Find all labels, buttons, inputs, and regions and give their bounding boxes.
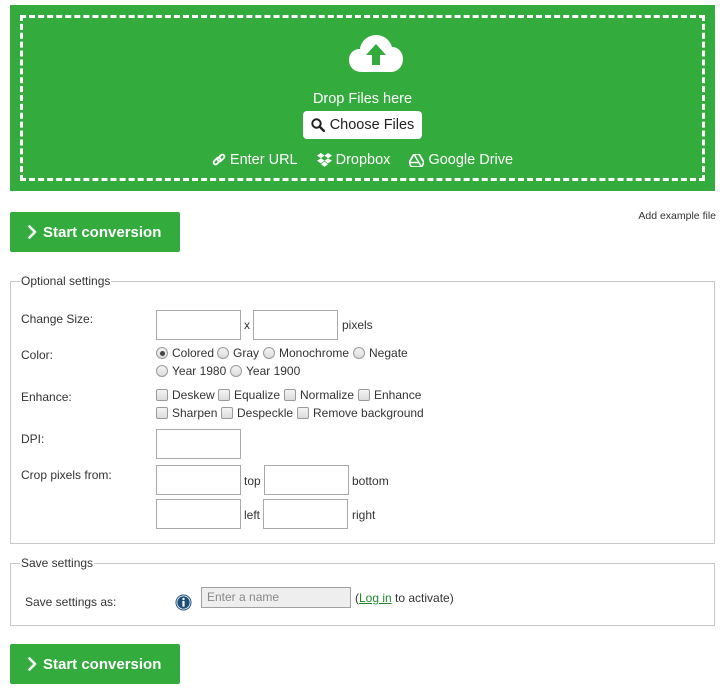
dpi-input[interactable] (156, 429, 241, 459)
dropbox-link[interactable]: Dropbox (316, 152, 391, 168)
chevron-right-icon (28, 657, 37, 671)
height-input[interactable] (253, 310, 338, 340)
radio-icon (263, 347, 275, 359)
size-unit-text: pixels (342, 318, 373, 332)
color-option-label: Monochrome (279, 346, 350, 360)
enter-url-label: Enter URL (229, 152, 298, 168)
width-input[interactable] (156, 310, 241, 340)
radio-icon (156, 365, 168, 377)
enhance-equalize-checkbox[interactable]: Equalize (218, 388, 280, 402)
upload-dropzone[interactable]: Drop Files here Choose Files Enter URL D… (10, 5, 715, 191)
checkbox-icon (284, 389, 296, 401)
checkbox-icon (297, 407, 309, 419)
log-in-link[interactable]: Log in (359, 591, 392, 605)
crop-top-input[interactable] (156, 465, 241, 495)
enhance-option-label: Deskew (172, 388, 215, 402)
enter-url-link[interactable]: Enter URL (212, 152, 298, 168)
choose-files-label: Choose Files (329, 117, 415, 133)
dropzone-dashed-border: Drop Files here Choose Files Enter URL D… (20, 15, 705, 181)
checkbox-icon (221, 407, 233, 419)
radio-icon (217, 347, 229, 359)
google-drive-label: Google Drive (428, 152, 514, 168)
crop-label: Crop pixels from: (21, 468, 112, 482)
enhance-label: Enhance: (21, 390, 72, 404)
start-conversion-label: Start conversion (43, 655, 162, 673)
save-settings-fieldset: Save settings Save settings as: Enter a … (10, 556, 715, 626)
chevron-right-icon (28, 225, 37, 239)
start-conversion-button-bottom[interactable]: Start conversion (10, 644, 180, 684)
save-settings-as-label: Save settings as: (25, 595, 117, 609)
radio-icon (353, 347, 365, 359)
enhance-option-label: Despeckle (237, 406, 294, 420)
enhance-option-label: Enhance (374, 388, 422, 402)
size-x-text: x (244, 318, 250, 332)
crop-top-text: top (244, 474, 261, 488)
google-drive-icon (409, 153, 425, 167)
color-option-year-1900[interactable]: Year 1900 (230, 364, 300, 378)
crop-left-text: left (244, 508, 261, 522)
dropbox-label: Dropbox (335, 152, 391, 168)
crop-left-input[interactable] (156, 499, 241, 529)
login-to-activate-text: (Log in to activate) (355, 591, 454, 605)
radio-icon (156, 347, 168, 359)
checkbox-icon (358, 389, 370, 401)
enhance-sharpen-checkbox[interactable]: Sharpen (156, 406, 217, 420)
color-option-colored[interactable]: Colored (156, 346, 214, 360)
start-conversion-label: Start conversion (43, 223, 162, 241)
activate-text: to activate) (391, 591, 454, 605)
color-option-label: Gray (233, 346, 260, 360)
crop-bottom-text: bottom (352, 474, 389, 488)
change-size-label: Change Size: (21, 312, 94, 326)
google-drive-link[interactable]: Google Drive (409, 152, 513, 168)
search-icon (310, 118, 325, 132)
start-conversion-button-top[interactable]: Start conversion (10, 212, 180, 252)
enhance-option-label: Remove background (313, 406, 424, 420)
settings-name-input[interactable]: Enter a name (201, 587, 351, 608)
color-option-label: Year 1900 (246, 364, 301, 378)
color-label: Color: (21, 348, 54, 362)
upload-sources: Enter URL Dropbox Google Drive (23, 152, 702, 168)
choose-files-button[interactable]: Choose Files (303, 111, 422, 139)
enhance-normalize-checkbox[interactable]: Normalize (284, 388, 354, 402)
radio-icon (230, 365, 242, 377)
enhance-remove-background-checkbox[interactable]: Remove background (297, 406, 424, 420)
crop-bottom-input[interactable] (264, 465, 349, 495)
color-option-label: Negate (369, 346, 408, 360)
link-icon (212, 153, 226, 166)
optional-settings-fieldset: Optional settings Change Size: x pixels … (10, 274, 715, 544)
save-settings-legend: Save settings (20, 556, 95, 570)
checkbox-icon (218, 389, 230, 401)
info-icon[interactable] (175, 594, 192, 611)
enhance-deskew-checkbox[interactable]: Deskew (156, 388, 215, 402)
drop-files-text: Drop Files here (312, 91, 413, 107)
optional-settings-legend: Optional settings (20, 274, 112, 288)
color-option-label: Colored (172, 346, 215, 360)
crop-right-input[interactable] (263, 499, 348, 529)
color-option-gray[interactable]: Gray (217, 346, 259, 360)
enhance-enhance-checkbox[interactable]: Enhance (358, 388, 421, 402)
enhance-option-label: Normalize (300, 388, 355, 402)
crop-right-text: right (352, 508, 376, 522)
add-example-file-link[interactable]: Add example file (638, 210, 716, 222)
dpi-label: DPI: (21, 432, 45, 446)
checkbox-icon (156, 407, 168, 419)
color-option-monochrome[interactable]: Monochrome (263, 346, 349, 360)
cloud-upload-icon (349, 35, 403, 72)
enhance-option-label: Equalize (234, 388, 281, 402)
color-option-year-1980[interactable]: Year 1980 (156, 364, 226, 378)
color-option-negate[interactable]: Negate (353, 346, 408, 360)
checkbox-icon (156, 389, 168, 401)
enhance-despeckle-checkbox[interactable]: Despeckle (221, 406, 293, 420)
dropbox-icon (316, 153, 332, 167)
enhance-option-label: Sharpen (172, 406, 218, 420)
color-option-label: Year 1980 (172, 364, 227, 378)
